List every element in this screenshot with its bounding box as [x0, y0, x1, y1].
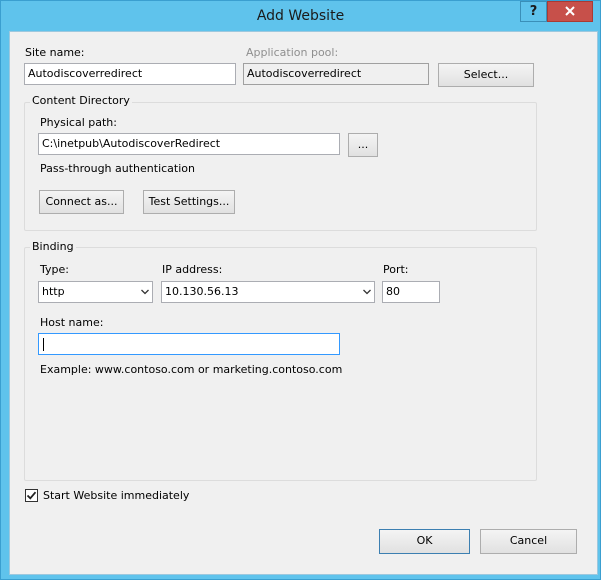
connect-as-button[interactable]: Connect as...	[39, 190, 124, 214]
binding-legend: Binding	[30, 240, 76, 253]
ip-address-select[interactable]: 10.130.56.13	[161, 281, 375, 303]
ok-button[interactable]: OK	[379, 529, 470, 554]
chevron-down-icon	[363, 289, 371, 295]
window-title: Add Website	[256, 8, 345, 24]
close-button[interactable]	[547, 1, 593, 22]
browse-button[interactable]: ...	[348, 133, 378, 157]
help-button[interactable]: ?	[520, 1, 547, 22]
port-input[interactable]: 80	[382, 281, 440, 303]
passthrough-auth-label: Pass-through authentication	[40, 162, 195, 175]
ip-address-label: IP address:	[162, 263, 223, 276]
cancel-button[interactable]: Cancel	[480, 529, 577, 554]
host-name-example: Example: www.contoso.com or marketing.co…	[40, 363, 343, 376]
host-name-label: Host name:	[40, 316, 104, 329]
content-directory-legend: Content Directory	[30, 94, 132, 107]
type-select-value: http	[42, 285, 65, 298]
physical-path-label: Physical path:	[40, 116, 117, 129]
select-app-pool-button[interactable]: Select...	[438, 63, 534, 87]
checkmark-icon	[26, 491, 37, 500]
dialog-window: Add Website ? Site name: Autodiscoverred…	[0, 0, 601, 580]
type-select[interactable]: http	[38, 281, 153, 303]
type-label: Type:	[40, 263, 69, 276]
test-settings-button[interactable]: Test Settings...	[143, 190, 235, 214]
port-label: Port:	[383, 263, 409, 276]
site-name-label: Site name:	[25, 46, 85, 59]
app-pool-label: Application pool:	[246, 46, 339, 59]
start-website-checkbox[interactable]	[25, 489, 38, 502]
host-name-input[interactable]	[38, 333, 340, 355]
dialog-body: Site name: Autodiscoverredirect Applicat…	[9, 31, 598, 575]
site-name-input[interactable]: Autodiscoverredirect	[24, 63, 236, 85]
physical-path-input[interactable]: C:\inetpub\AutodiscoverRedirect	[38, 133, 340, 155]
text-caret	[43, 338, 44, 351]
start-website-label: Start Website immediately	[43, 489, 190, 502]
close-icon	[565, 6, 575, 16]
ip-address-value: 10.130.56.13	[165, 285, 239, 298]
app-pool-field: Autodiscoverredirect	[243, 63, 429, 85]
chevron-down-icon	[141, 289, 149, 295]
